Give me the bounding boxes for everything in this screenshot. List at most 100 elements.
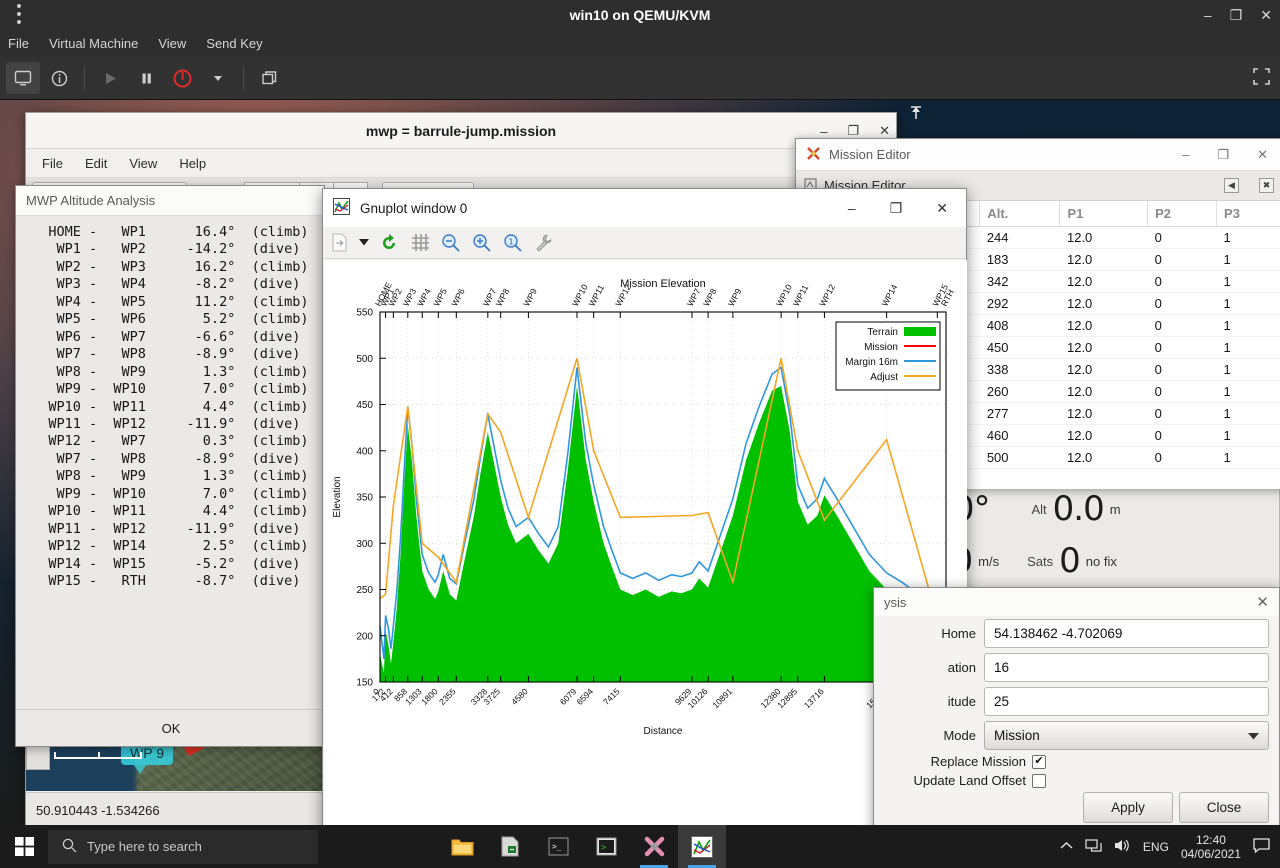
vm-menu-file[interactable]: File [8,36,29,51]
gp-close-button[interactable]: ✕ [936,200,948,217]
run-icon[interactable] [93,62,127,94]
vm-menu-kebab-icon[interactable]: • • • [6,0,32,30]
update-land-offset-checkbox[interactable]: Update Land Offset [874,771,1279,790]
virt-manager-window: • • • win10 on QEMU/KVM – ❐ ✕ File Virtual… [0,0,1280,868]
notifications-icon[interactable] [1253,837,1270,856]
home-field-input[interactable]: 54.138462 -4.702069 [984,618,1269,648]
gnuplot-plot-canvas[interactable]: Mission Elevation 150 200 250 300 350 400 450 50… [324,260,967,836]
col-p1[interactable]: P1 [1059,201,1149,227]
me-dismiss-button[interactable]: ✖ [1259,178,1274,193]
close-button[interactable]: Close [1179,792,1269,823]
vm-minimize-button[interactable]: – [1204,7,1212,23]
chevron-up-icon[interactable] [1060,840,1073,854]
col-p2[interactable]: P2 [1147,201,1218,227]
col-p3[interactable]: P3 [1216,201,1280,227]
vm-window-controls: – ❐ ✕ [1204,0,1272,30]
cell-p3: 1 [1216,402,1280,425]
file-explorer-icon[interactable] [438,825,486,868]
cell-p3: 1 [1216,380,1280,403]
system-tray: ENG 12:40 04/06/2021 [1060,833,1280,861]
details-info-icon[interactable] [42,62,76,94]
cell-alt: 500 [979,446,1060,469]
gnuplot-window-controls: – ❐ ✕ [848,200,966,217]
search-input[interactable]: Type here to search [48,829,318,864]
replace-mission-checkbox[interactable]: Replace Mission ✔ [874,752,1279,771]
mwp-menu-file[interactable]: File [42,156,63,171]
altitude-analysis-ok-button[interactable]: OK [16,709,326,746]
grid-icon[interactable] [408,231,432,255]
settings-icon[interactable] [532,231,556,255]
search-icon [62,838,77,856]
pause-icon[interactable] [129,62,163,94]
language-indicator[interactable]: ENG [1143,840,1169,854]
replot-icon[interactable] [377,231,401,255]
mwp-menu-help[interactable]: Help [179,156,206,171]
notepad-icon[interactable] [486,825,534,868]
elevation-settings-dialog: ysis ✕ Home 54.138462 -4.702069 ation 16… [873,587,1280,832]
network-icon[interactable] [1085,838,1102,856]
mwp-menu-view[interactable]: View [129,156,157,171]
xming-icon[interactable] [630,825,678,868]
export-dropdown-icon[interactable] [358,231,370,255]
mwp-minimize-button[interactable]: – [820,124,827,139]
mission-elevation-chart: Mission Elevation 150 200 250 300 350 400 450 50… [324,260,967,836]
osd-fix-status: no fix [1085,553,1117,569]
me-collapse-button[interactable]: ◀ [1224,178,1239,193]
console-view-icon[interactable] [6,62,40,94]
mwp-menu-edit[interactable]: Edit [85,156,107,171]
altitude-field-input[interactable]: 25 [984,686,1269,716]
gp-maximize-button[interactable]: ❐ [890,200,903,217]
chevron-down-icon [1248,728,1259,743]
elevation-field-input[interactable]: 16 [984,652,1269,682]
cell-p2: 0 [1147,336,1217,359]
mwp-maximize-button[interactable]: ❐ [847,123,859,139]
mission-editor-window-controls: – ❐ ✕ [1182,147,1280,163]
cell-p3: 1 [1216,248,1280,271]
cell-alt: 342 [979,270,1060,293]
zoom-reset-icon[interactable]: 1 [501,231,525,255]
zoom-in-icon[interactable] [470,231,494,255]
cell-p2: 0 [1147,314,1217,337]
me-maximize-button[interactable]: ❐ [1217,147,1229,163]
elevation-dialog-close-button[interactable]: ✕ [1256,593,1269,611]
power-off-icon[interactable] [165,62,199,94]
legend-label: Mission [864,342,898,353]
power-dropdown-icon[interactable] [201,62,235,94]
snapshots-icon[interactable] [252,62,286,94]
update-land-offset-checkbox-box [1032,773,1046,788]
terminal-icon[interactable]: >_ [534,825,582,868]
vm-fullscreen-icon[interactable] [1253,68,1270,90]
osd-sats-label: Sats [1027,553,1054,569]
start-button-icon[interactable] [0,825,48,868]
gnuplot-icon[interactable] [678,825,726,868]
me-minimize-button[interactable]: – [1182,147,1189,162]
y-tick-label: 250 [356,585,373,596]
export-icon[interactable] [327,231,351,255]
legend-label: Adjust [870,372,898,383]
vm-menu-virtual-machine[interactable]: Virtual Machine [49,36,138,51]
clock[interactable]: 12:40 04/06/2021 [1181,833,1241,861]
cell-p3: 1 [1216,292,1280,315]
svg-text:>: > [601,843,607,853]
altitude-analysis-dialog: MWP Altitude Analysis HOME - WP1 16.4° (… [15,185,326,747]
gp-minimize-button[interactable]: – [848,200,856,216]
vm-close-button[interactable]: ✕ [1260,7,1272,24]
vm-menu-send-key[interactable]: Send Key [206,36,262,51]
y-tick-label: 300 [356,539,373,550]
volume-icon[interactable] [1114,838,1131,856]
col-alt[interactable]: Alt. [979,201,1061,227]
windows-taskbar: Type here to search >_ > ENG 12:40 04/06… [0,825,1280,868]
cell-p2: 0 [1147,292,1217,315]
zoom-out-icon[interactable] [439,231,463,255]
cell-alt: 244 [979,226,1060,249]
mwp-close-button[interactable]: ✕ [879,123,890,139]
apply-button[interactable]: Apply [1083,792,1173,823]
mode-select[interactable]: Mission [984,720,1269,750]
replace-mission-checkbox-box: ✔ [1032,754,1046,769]
cell-p2: 0 [1147,270,1217,293]
console-icon[interactable]: > [582,825,630,868]
elevation-dialog-title: ysis [884,594,907,610]
me-close-button[interactable]: ✕ [1257,147,1268,163]
vm-menu-view[interactable]: View [158,36,186,51]
vm-maximize-button[interactable]: ❐ [1230,7,1243,24]
